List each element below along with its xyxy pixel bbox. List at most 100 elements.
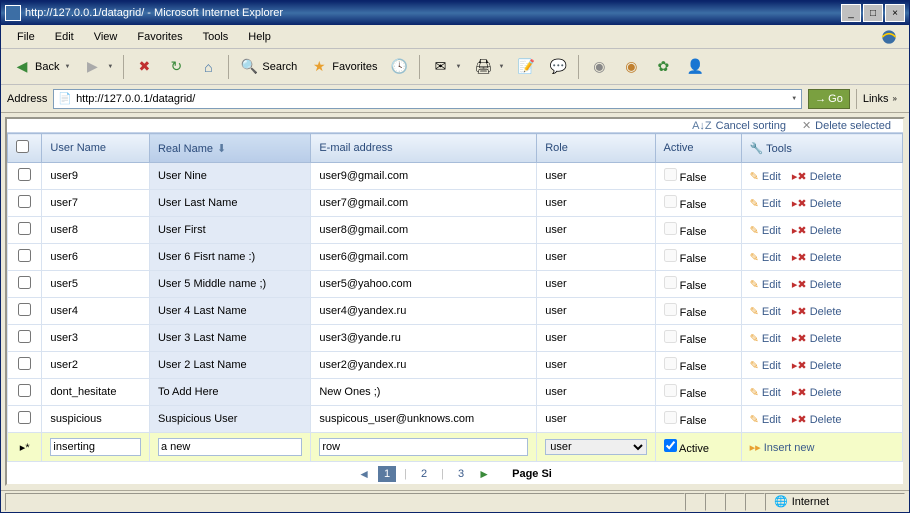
cell-username: user4 [42,298,150,325]
tool-button-3[interactable]: ✿ [648,53,678,81]
table-row: user8User Firstuser8@gmail.comuser False… [8,217,903,244]
maximize-button[interactable]: □ [863,4,883,22]
delete-selected-button[interactable]: ✕ Delete selected [802,119,891,132]
go-button[interactable]: → Go [808,89,850,109]
insert-button[interactable]: Insert new [764,442,815,454]
menu-view[interactable]: View [86,29,126,45]
cell-role: user [537,298,655,325]
history-button[interactable]: 🕓 [384,53,414,81]
cell-username: suspicious [42,406,150,433]
cell-tools: ✎ Edit ▸✖ Delete [741,244,902,271]
search-button[interactable]: 🔍Search [234,53,302,81]
address-input[interactable] [76,93,785,105]
header-role[interactable]: Role [537,134,655,163]
delete-button[interactable]: Delete [810,171,842,183]
delete-button[interactable]: Delete [810,333,842,345]
search-icon: 🔍 [239,57,259,77]
chevron-down-icon[interactable]: ▼ [791,96,797,102]
menu-tools[interactable]: Tools [195,29,237,45]
table-row: user3User 3 Last Nameuser3@yande.ruuser … [8,325,903,352]
cell-email: user3@yande.ru [311,325,537,352]
print-button[interactable]: 🖨▼ [468,53,509,81]
header-email[interactable]: E-mail address [311,134,537,163]
menu-favorites[interactable]: Favorites [129,29,190,45]
edit-button[interactable]: Edit [762,171,781,183]
edit-button[interactable]: Edit [762,279,781,291]
delete-button[interactable]: Delete [810,360,842,372]
tool-button-2[interactable]: ◉ [616,53,646,81]
home-button[interactable]: ⌂ [193,53,223,81]
edit-button[interactable]: Edit [762,198,781,210]
tool-button-1[interactable]: ◉ [584,53,614,81]
row-checkbox[interactable] [18,357,31,370]
back-button[interactable]: ◀ Back ▼ [7,53,75,81]
pager-page-1[interactable]: 1 [378,466,396,482]
delete-button[interactable]: Delete [810,387,842,399]
insert-email-input[interactable] [319,438,528,456]
forward-button[interactable]: ▶▼ [77,53,118,81]
row-checkbox[interactable] [18,168,31,181]
edit-page-button[interactable]: 📝 [511,53,541,81]
pager-next[interactable]: ► [478,467,490,481]
delete-button[interactable]: Delete [810,252,842,264]
menu-edit[interactable]: Edit [47,29,82,45]
edit-button[interactable]: Edit [762,414,781,426]
favorites-button[interactable]: ★Favorites [304,53,382,81]
delete-button[interactable]: Delete [810,198,842,210]
header-username[interactable]: User Name [42,134,150,163]
row-checkbox[interactable] [18,222,31,235]
cancel-sort-button[interactable]: A↓Z Cancel sorting [692,120,786,132]
row-checkbox[interactable] [18,303,31,316]
minimize-button[interactable]: _ [841,4,861,22]
cancel-sort-label: Cancel sorting [716,120,786,132]
menu-help[interactable]: Help [240,29,279,45]
delete-button[interactable]: Delete [810,414,842,426]
cell-username: dont_hesitate [42,379,150,406]
discuss-button[interactable]: 💬 [543,53,573,81]
insert-role-select[interactable]: user [545,439,646,455]
table-row: user4User 4 Last Nameuser4@yandex.ruuser… [8,298,903,325]
close-button[interactable]: × [885,4,905,22]
row-checkbox[interactable] [18,330,31,343]
refresh-button[interactable]: ↻ [161,53,191,81]
row-checkbox[interactable] [18,276,31,289]
edit-button[interactable]: Edit [762,333,781,345]
edit-button[interactable]: Edit [762,252,781,264]
sort-icon: A↓Z [692,120,712,132]
row-checkbox[interactable] [18,411,31,424]
pager-prev[interactable]: ◄ [358,467,370,481]
delete-button[interactable]: Delete [810,279,842,291]
delete-button[interactable]: Delete [810,306,842,318]
edit-button[interactable]: Edit [762,387,781,399]
insert-realname-input[interactable] [158,438,302,456]
active-checkbox [664,195,677,208]
insert-active-checkbox[interactable] [664,439,677,452]
cell-role: user [537,163,655,190]
header-realname[interactable]: Real Name⬇ [149,134,310,163]
edit-button[interactable]: Edit [762,225,781,237]
row-checkbox[interactable] [18,249,31,262]
delete-button[interactable]: Delete [810,225,842,237]
go-label: Go [828,93,843,105]
insert-username-input[interactable] [50,438,141,456]
select-all-checkbox[interactable] [16,140,29,153]
insert-icon: ▸▸ [750,442,761,454]
links-section[interactable]: Links » [856,89,903,109]
pager-page-3[interactable]: 3 [452,466,470,482]
pager-page-2[interactable]: 2 [415,466,433,482]
row-checkbox[interactable] [18,384,31,397]
active-checkbox [664,384,677,397]
mail-button[interactable]: ✉▼ [425,53,466,81]
status-cell [745,493,765,511]
cell-role: user [537,325,655,352]
delete-icon: ▸✖ [792,279,807,291]
edit-icon: ✎ [750,279,759,291]
delete-icon: ▸✖ [792,171,807,183]
header-active[interactable]: Active [655,134,741,163]
edit-button[interactable]: Edit [762,306,781,318]
stop-button[interactable]: ✖ [129,53,159,81]
row-checkbox[interactable] [18,195,31,208]
tool-button-4[interactable]: 👤 [680,53,710,81]
edit-button[interactable]: Edit [762,360,781,372]
menu-file[interactable]: File [9,29,43,45]
